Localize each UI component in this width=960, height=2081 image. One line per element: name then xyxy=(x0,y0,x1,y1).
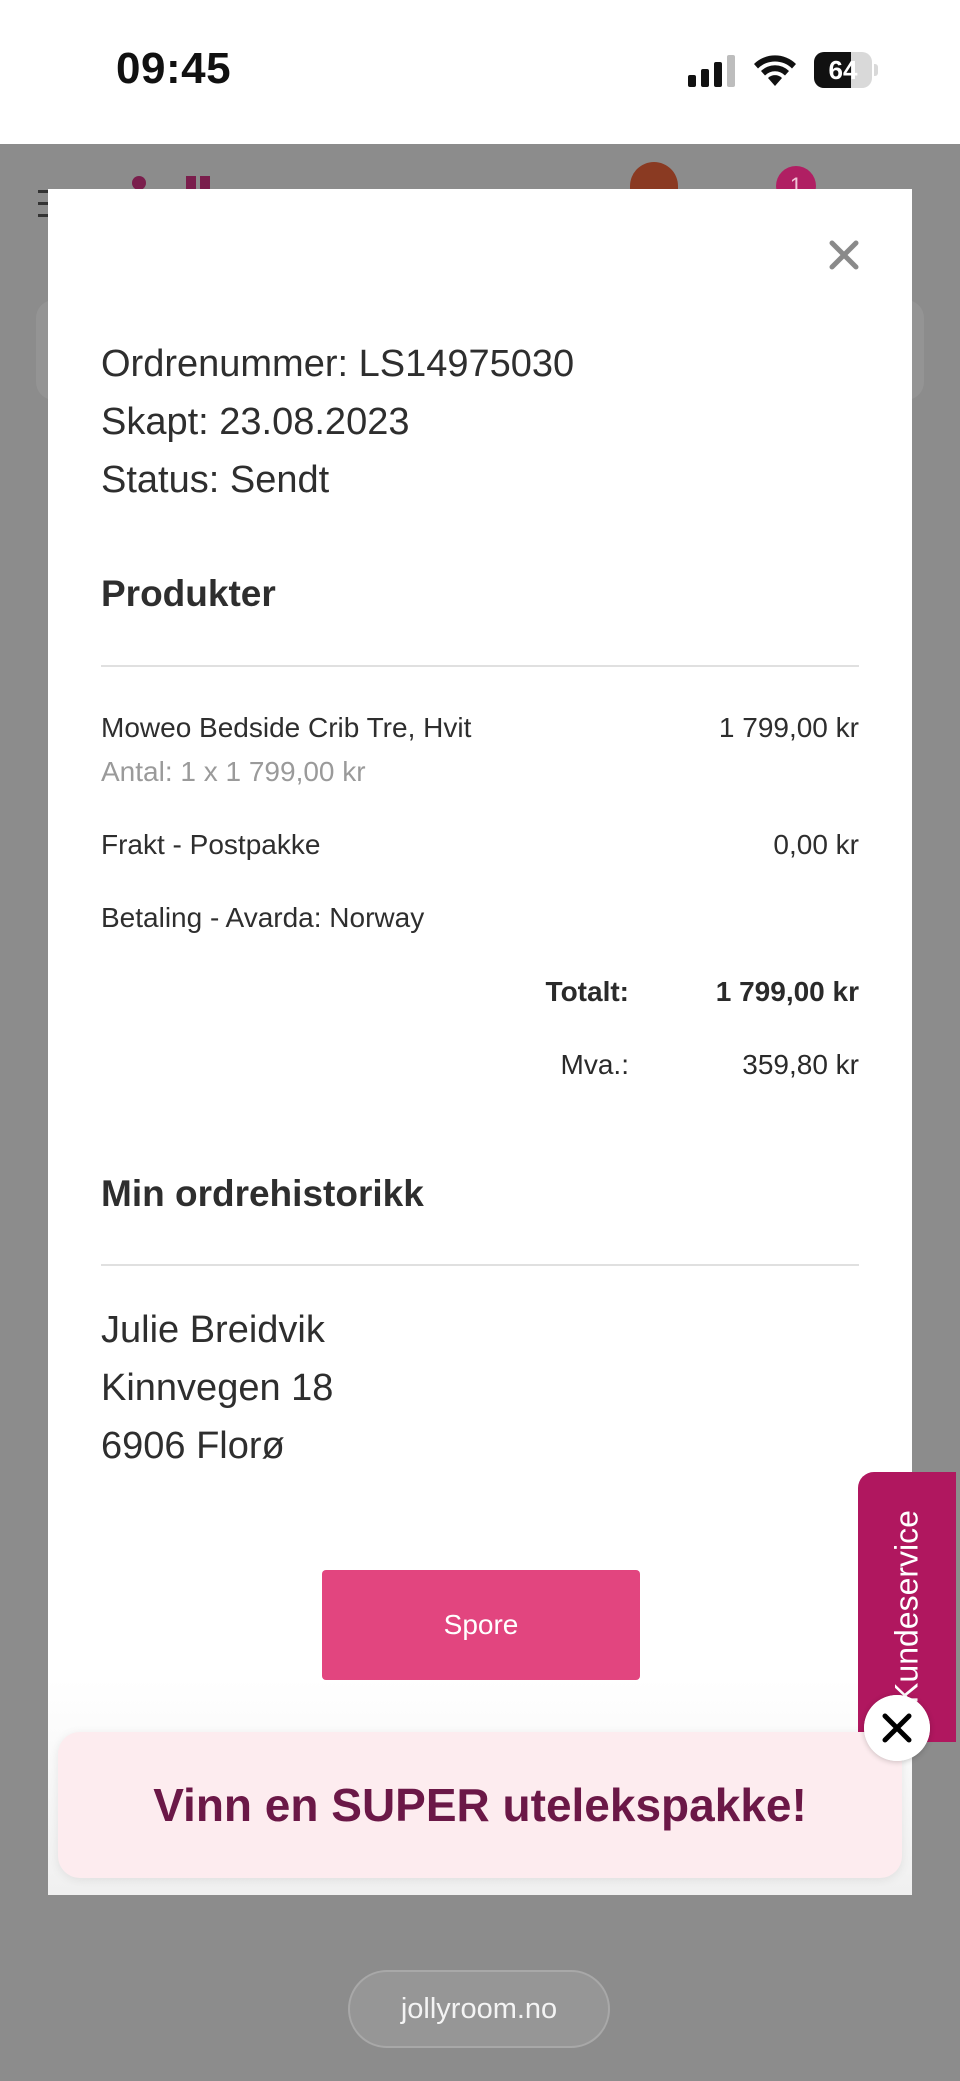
vat-row: Mva.: 359,80 kr xyxy=(459,1049,859,1089)
battery-level: 64 xyxy=(828,55,858,85)
total-value: 1 799,00 kr xyxy=(715,976,859,1007)
wifi-icon xyxy=(754,55,796,86)
logo xyxy=(132,176,146,190)
address-city: 6906 Florø xyxy=(101,1425,285,1467)
delivery-address: Julie Breidvik Kinnvegen 18 6906 Florø xyxy=(101,1301,333,1475)
payment-row: Betaling - Avarda: Norway xyxy=(101,902,859,942)
promo-text: Vinn en SUPER utelekspakke! xyxy=(153,1779,807,1831)
address-name: Julie Breidvik xyxy=(101,1309,325,1351)
vat-value: 359,80 kr xyxy=(742,1049,859,1080)
close-icon[interactable] xyxy=(824,235,864,275)
total-label: Totalt: xyxy=(545,976,629,1007)
product-row: Moweo Bedside Crib Tre, Hvit 1 799,00 kr xyxy=(101,712,859,752)
history-divider xyxy=(101,1264,859,1266)
promo-banner[interactable]: Vinn en SUPER utelekspakke! xyxy=(58,1732,902,1878)
payment-label: Betaling - Avarda: Norway xyxy=(101,902,425,933)
products-divider xyxy=(101,665,859,667)
product-quantity: Antal: 1 x 1 799,00 kr xyxy=(101,756,366,787)
signal-icon xyxy=(688,55,735,87)
shipping-price: 0,00 kr xyxy=(773,829,859,860)
url-pill[interactable]: jollyroom.no xyxy=(348,1970,610,2048)
order-status: Status: Sendt xyxy=(101,459,330,501)
order-details-modal: Ordrenummer: LS14975030 Skapt: 23.08.202… xyxy=(48,189,912,1895)
customer-service-label: Kundeservice xyxy=(888,1510,925,1704)
product-name: Moweo Bedside Crib Tre, Hvit xyxy=(101,712,472,743)
shipping-label: Frakt - Postpakke xyxy=(101,829,321,860)
total-row: Totalt: 1 799,00 kr xyxy=(459,976,859,1016)
status-bar: 09:45 64 xyxy=(0,0,960,144)
vat-label: Mva.: xyxy=(560,1049,629,1080)
shipping-row: Frakt - Postpakke 0,00 kr xyxy=(101,829,859,869)
products-heading: Produkter xyxy=(101,573,276,614)
status-time: 09:45 xyxy=(116,44,232,93)
order-number: Ordrenummer: LS14975030 xyxy=(101,343,575,385)
order-info: Ordrenummer: LS14975030 Skapt: 23.08.202… xyxy=(101,335,574,509)
promo-close-icon[interactable] xyxy=(864,1695,930,1761)
track-button[interactable]: Spore xyxy=(322,1570,640,1680)
battery-icon: 64 xyxy=(814,52,878,88)
product-price: 1 799,00 kr xyxy=(718,712,859,743)
order-history-heading: Min ordrehistorikk xyxy=(101,1173,424,1214)
order-created-date: Skapt: 23.08.2023 xyxy=(101,401,410,443)
address-street: Kinnvegen 18 xyxy=(101,1367,334,1409)
